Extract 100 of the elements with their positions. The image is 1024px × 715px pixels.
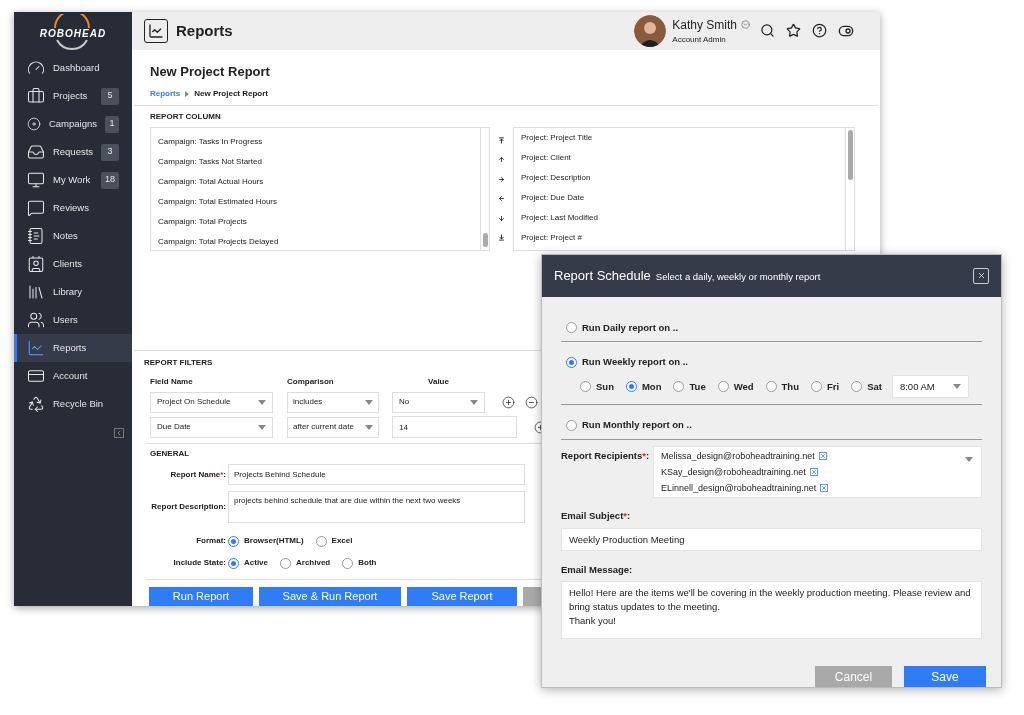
move-top-icon[interactable] (498, 137, 505, 144)
nav-item[interactable]: Reports (14, 334, 132, 362)
list-item[interactable]: Project: Project # (521, 233, 845, 243)
move-right-icon[interactable] (498, 175, 505, 183)
day-option[interactable]: Wed (717, 379, 754, 394)
breadcrumb-link[interactable]: Reports (150, 88, 181, 100)
recipients-field[interactable]: Melissa_design@roboheadtraining.net KSay_design@roboheadtraining.net ELinnell_design@roboheadtraining.net (653, 445, 982, 498)
nav-label: Recycle Bin (53, 396, 105, 411)
move-bottom-icon[interactable] (498, 233, 505, 241)
recipient-email: KSay_design@roboheadtraining.net (661, 466, 806, 478)
day-option[interactable]: Fri (811, 379, 840, 394)
schedule-option[interactable]: Run Daily report on .. (566, 320, 982, 335)
nav-item[interactable]: Campaigns 1 (14, 110, 132, 138)
chat-bubble-icon (27, 199, 45, 217)
radio-option[interactable]: Excel (315, 535, 353, 547)
help-icon[interactable] (812, 23, 827, 39)
close-button[interactable] (973, 267, 989, 284)
section-heading: GENERAL (150, 448, 190, 460)
count-badge: 18 (101, 171, 119, 189)
day-option[interactable]: Sun (580, 379, 614, 394)
remove-icon[interactable] (809, 468, 818, 476)
scrollbar[interactable] (845, 128, 854, 250)
value-input[interactable]: 14 (392, 416, 517, 438)
scrollbar[interactable] (480, 128, 489, 250)
nav-item[interactable]: My Work 18 (14, 166, 132, 194)
radio-option[interactable]: Archived (280, 557, 331, 569)
notebook-icon (27, 227, 45, 245)
list-item[interactable]: Campaign: Total Actual Hours (158, 177, 480, 187)
breadcrumb-current: New Project Report (194, 88, 269, 100)
list-item[interactable]: Campaign: Tasks Not Started (158, 157, 480, 167)
nav-item[interactable]: Reviews (14, 194, 132, 222)
schedule-option[interactable]: Run Weekly report on .. (566, 355, 982, 370)
radio-option[interactable]: Active (228, 557, 268, 569)
star-icon[interactable] (786, 23, 801, 39)
time-select[interactable]: 8:00 AM (891, 375, 969, 399)
list-item[interactable]: Project: Client (521, 153, 845, 163)
move-left-icon[interactable] (498, 195, 505, 203)
list-item[interactable]: Project: Description (521, 173, 845, 183)
move-up-icon[interactable] (498, 156, 505, 164)
field-select[interactable]: Project On Schedule (150, 391, 273, 413)
message-field[interactable]: Hello! Here are the items we'll be covering in the weekly production meeting. Please review and bring status updates to the meeting. Thank you! (561, 581, 982, 639)
move-down-icon[interactable] (498, 214, 505, 222)
radio-option[interactable]: Both (342, 557, 377, 569)
search-icon[interactable] (760, 23, 775, 39)
day-option[interactable]: Tue (673, 379, 706, 394)
radio-option[interactable]: Browser(HTML) (228, 535, 304, 547)
report-name-input[interactable]: Projects Behind Schedule (228, 464, 525, 485)
comparison-select[interactable]: after current date (287, 416, 379, 438)
day-option[interactable]: Mon (625, 379, 662, 394)
nav-label: Library (53, 284, 84, 299)
schedule-option[interactable]: Run Monthly report on .. (566, 418, 982, 433)
add-icon[interactable] (502, 395, 515, 409)
action-button[interactable]: Run Report (149, 587, 253, 606)
dialog-title: Report Schedule (554, 267, 651, 286)
nav-item[interactable]: Requests 3 (14, 138, 132, 166)
remove-icon[interactable] (525, 395, 538, 409)
comparison-select[interactable]: includes (287, 391, 379, 413)
list-item[interactable]: Campaign: Total Projects Delayed (158, 237, 480, 247)
subject-input[interactable]: Weekly Production Meeting (561, 527, 982, 551)
monitor-icon (27, 171, 45, 189)
caret-icon (258, 399, 266, 405)
description-field[interactable]: projects behind schedule that are due within the next two weeks (228, 491, 525, 523)
column-header: Field Name (150, 376, 194, 388)
caret-icon (258, 424, 266, 430)
field-label: Email Subject*: (561, 508, 631, 523)
field-label: Report Name*: (170, 468, 226, 481)
list-item[interactable]: Project: Due Date (521, 193, 845, 203)
nav-item[interactable]: Projects 5 (14, 82, 132, 110)
gauge-icon (27, 59, 45, 77)
action-button[interactable]: Save Report (407, 587, 517, 606)
caret-icon (470, 399, 478, 405)
nav-item[interactable]: Recycle Bin (14, 390, 132, 418)
collapse-icon[interactable] (114, 428, 124, 438)
logo-text: ROBOHEAD (39, 26, 107, 41)
action-button[interactable]: Save & Run Report (259, 587, 401, 606)
list-item[interactable]: Project: Project Title (521, 133, 845, 143)
count-badge: 1 (105, 115, 119, 133)
nav-item[interactable]: Notes (14, 222, 132, 250)
save-button[interactable]: Save (904, 666, 986, 687)
remove-icon[interactable] (818, 452, 827, 460)
nav-item[interactable]: Account (14, 362, 132, 390)
field-select[interactable]: Due Date (150, 416, 273, 438)
list-item[interactable]: Project: Last Modified (521, 213, 845, 223)
nav-item[interactable]: Users (14, 306, 132, 334)
nav-item[interactable]: Clients (14, 250, 132, 278)
list-item[interactable]: Campaign: Tasks In Progress (158, 137, 480, 147)
day-option[interactable]: Thu (765, 379, 799, 394)
caret-icon (965, 456, 973, 462)
nav-label: Notes (53, 228, 79, 243)
user-role: Account Admin (672, 33, 727, 46)
nav-item[interactable]: Library (14, 278, 132, 306)
dialog-subtitle: Select a daily, weekly or monthly report (655, 269, 821, 284)
remove-icon[interactable] (820, 484, 829, 492)
inbox-icon (27, 143, 45, 161)
value-select[interactable]: No (392, 391, 485, 413)
nav-item[interactable]: Dashboard (14, 54, 132, 82)
list-item[interactable]: Campaign: Total Estimated Hours (158, 197, 480, 207)
list-item[interactable]: Campaign: Total Projects (158, 217, 480, 227)
close-icon (976, 271, 986, 281)
day-option[interactable]: Sat (851, 379, 882, 394)
